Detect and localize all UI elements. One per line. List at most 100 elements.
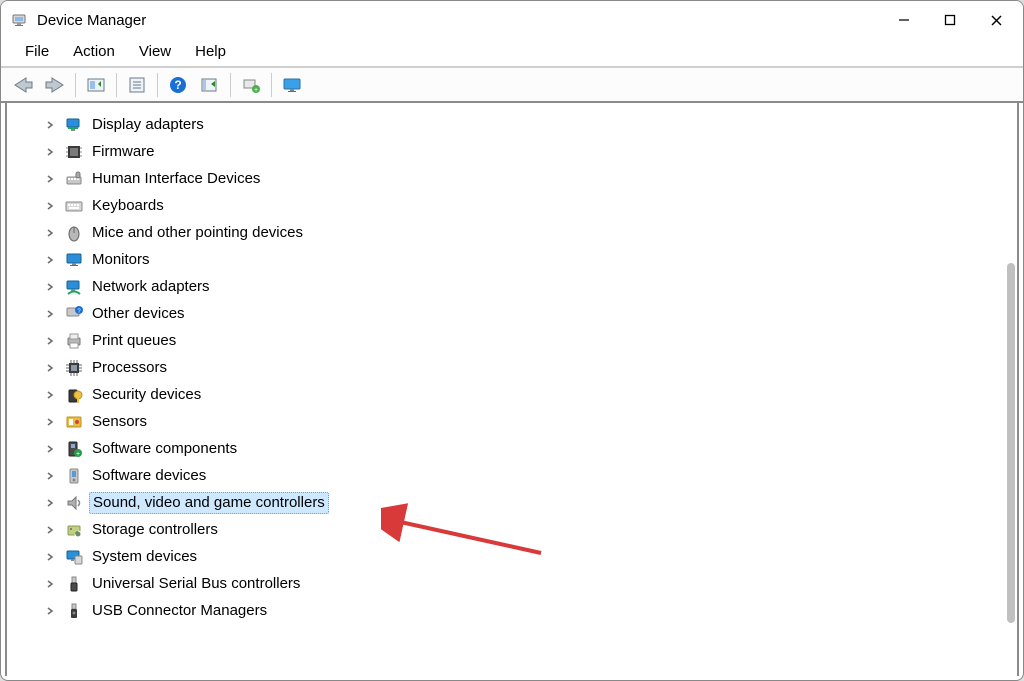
help-button[interactable]: ? <box>162 71 194 99</box>
tree-item-label: Display adapters <box>89 115 207 135</box>
minimize-button[interactable] <box>881 4 927 36</box>
tree-item-label: System devices <box>89 547 200 567</box>
tree-item-label: Print queues <box>89 331 179 351</box>
expand-chevron-icon[interactable] <box>45 363 59 373</box>
tree-item[interactable]: Software devices <box>45 462 1005 489</box>
usb-icon <box>65 575 83 593</box>
monitor-button[interactable] <box>276 71 308 99</box>
menu-file[interactable]: File <box>15 41 59 62</box>
tree-item-label: Storage controllers <box>89 520 221 540</box>
tree-item[interactable]: + Software components <box>45 435 1005 462</box>
scan-hardware-button[interactable] <box>194 71 226 99</box>
hid-icon <box>65 170 83 188</box>
toolbar-divider <box>75 73 76 97</box>
content-area: Display adapters Firmware Human Interface … <box>5 103 1019 676</box>
svg-text:?: ? <box>174 78 181 92</box>
other-icon: ? <box>65 305 83 323</box>
update-driver-button[interactable]: + <box>235 71 267 99</box>
processors-icon <box>65 359 83 377</box>
tree-item-label: Keyboards <box>89 196 167 216</box>
tree-item[interactable]: Sound, video and game controllers <box>45 489 1005 516</box>
toolbar-divider <box>157 73 158 97</box>
tree-item[interactable]: ? Other devices <box>45 300 1005 327</box>
expand-chevron-icon[interactable] <box>45 174 59 184</box>
toolbar-divider <box>271 73 272 97</box>
tree-item-label: Software components <box>89 439 240 459</box>
tree-item-label: Software devices <box>89 466 209 486</box>
software-dev-icon <box>65 467 83 485</box>
expand-chevron-icon[interactable] <box>45 390 59 400</box>
storage-icon <box>65 521 83 539</box>
tree-item-label: Firmware <box>89 142 158 162</box>
expand-chevron-icon[interactable] <box>45 336 59 346</box>
tree-item[interactable]: Network adapters <box>45 273 1005 300</box>
tree-item[interactable]: Storage controllers <box>45 516 1005 543</box>
expand-chevron-icon[interactable] <box>45 417 59 427</box>
menu-view[interactable]: View <box>129 41 181 62</box>
expand-chevron-icon[interactable] <box>45 309 59 319</box>
tree-item-label: Sensors <box>89 412 150 432</box>
tree-item[interactable]: Security devices <box>45 381 1005 408</box>
expand-chevron-icon[interactable] <box>45 498 59 508</box>
menubar: File Action View Help <box>1 39 1023 66</box>
monitors-icon <box>65 251 83 269</box>
tree-item[interactable]: Monitors <box>45 246 1005 273</box>
sound-icon <box>65 494 83 512</box>
display-adapters-icon <box>65 116 83 134</box>
tree-item-label: Network adapters <box>89 277 213 297</box>
tree-item[interactable]: Universal Serial Bus controllers <box>45 570 1005 597</box>
menu-action[interactable]: Action <box>63 41 125 62</box>
expand-chevron-icon[interactable] <box>45 147 59 157</box>
back-button[interactable] <box>7 71 39 99</box>
expand-chevron-icon[interactable] <box>45 255 59 265</box>
expand-chevron-icon[interactable] <box>45 579 59 589</box>
show-hidden-button[interactable] <box>80 71 112 99</box>
properties-button[interactable] <box>121 71 153 99</box>
tree-item-label: Universal Serial Bus controllers <box>89 574 303 594</box>
tree-item-label: Security devices <box>89 385 204 405</box>
tree-item-label: Monitors <box>89 250 153 270</box>
tree-item[interactable]: Processors <box>45 354 1005 381</box>
network-icon <box>65 278 83 296</box>
tree-item[interactable]: Human Interface Devices <box>45 165 1005 192</box>
svg-text:+: + <box>254 87 258 94</box>
software-comp-icon: + <box>65 440 83 458</box>
expand-chevron-icon[interactable] <box>45 228 59 238</box>
mouse-icon <box>65 224 83 242</box>
tree-item[interactable]: Keyboards <box>45 192 1005 219</box>
expand-chevron-icon[interactable] <box>45 471 59 481</box>
tree-item-label: Other devices <box>89 304 188 324</box>
firmware-icon <box>65 143 83 161</box>
tree-item-label: USB Connector Managers <box>89 601 270 621</box>
tree-item-label: Human Interface Devices <box>89 169 263 189</box>
system-icon <box>65 548 83 566</box>
tree-item[interactable]: Mice and other pointing devices <box>45 219 1005 246</box>
sensors-icon <box>65 413 83 431</box>
keyboards-icon <box>65 197 83 215</box>
expand-chevron-icon[interactable] <box>45 525 59 535</box>
expand-chevron-icon[interactable] <box>45 444 59 454</box>
tree-item[interactable]: System devices <box>45 543 1005 570</box>
expand-chevron-icon[interactable] <box>45 120 59 130</box>
expand-chevron-icon[interactable] <box>45 606 59 616</box>
expand-chevron-icon[interactable] <box>45 552 59 562</box>
tree-item[interactable]: Display adapters <box>45 111 1005 138</box>
device-tree: Display adapters Firmware Human Interface … <box>7 103 1017 636</box>
expand-chevron-icon[interactable] <box>45 201 59 211</box>
tree-item[interactable]: Print queues <box>45 327 1005 354</box>
menu-help[interactable]: Help <box>185 41 236 62</box>
printer-icon <box>65 332 83 350</box>
expand-chevron-icon[interactable] <box>45 282 59 292</box>
scrollbar-thumb[interactable] <box>1007 263 1015 623</box>
window-controls <box>881 4 1019 36</box>
tree-item[interactable]: USB Connector Managers <box>45 597 1005 624</box>
tree-item[interactable]: Sensors <box>45 408 1005 435</box>
close-button[interactable] <box>973 4 1019 36</box>
toolbar-divider <box>230 73 231 97</box>
titlebar: Device Manager <box>1 1 1023 39</box>
device-manager-window: Device Manager File Action View Help <box>0 0 1024 681</box>
forward-button[interactable] <box>39 71 71 99</box>
maximize-button[interactable] <box>927 4 973 36</box>
tree-item-label: Sound, video and game controllers <box>89 492 329 514</box>
tree-item[interactable]: Firmware <box>45 138 1005 165</box>
